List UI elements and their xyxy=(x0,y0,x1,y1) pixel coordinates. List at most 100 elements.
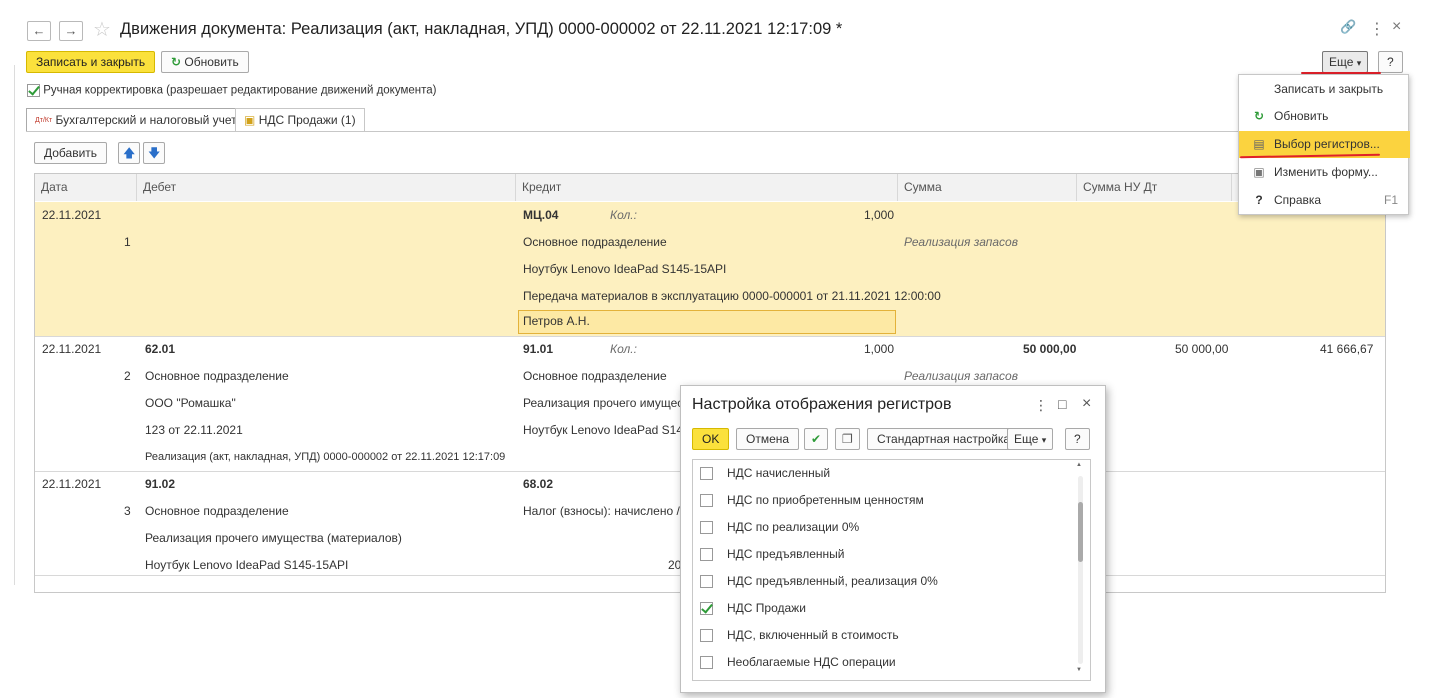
list-item[interactable]: НДС предъявленный, реализация 0% xyxy=(700,568,938,595)
more-label: Еще xyxy=(1329,55,1354,69)
register-icon: ▣ xyxy=(244,113,256,127)
refresh-button[interactable]: ↻ Обновить xyxy=(161,51,249,73)
column-header-sum[interactable]: Сумма xyxy=(898,174,1077,201)
forward-button[interactable]: → xyxy=(59,21,83,41)
credit-account: 91.01 xyxy=(523,342,554,356)
tab-vat-sales[interactable]: ▣ НДС Продажи (1) xyxy=(235,108,365,132)
debet-line: ООО "Ромашка" xyxy=(145,396,236,410)
register-checkbox[interactable] xyxy=(700,521,713,535)
manual-edit-row[interactable]: Ручная корректировка (разрешает редактир… xyxy=(27,84,436,97)
credit-qty: 1,000 xyxy=(864,208,895,222)
column-header-credit[interactable]: Кредит xyxy=(516,174,898,201)
register-settings-dialog: Настройка отображения регистров ⋮ □ × OK… xyxy=(680,385,1106,693)
sum-nu-value: 50 000,00 xyxy=(1175,342,1229,356)
column-header-date[interactable]: Дата xyxy=(35,174,137,201)
credit-line: Основное подразделение xyxy=(523,235,667,249)
credit-line: Основное подразделение xyxy=(523,369,667,383)
credit-qty-label: Кол.: xyxy=(610,208,637,222)
list-item[interactable]: НДС начисленный xyxy=(700,460,830,487)
credit-account: МЦ.04 xyxy=(523,208,559,222)
debit-credit-icon: Дт/Кт xyxy=(35,116,53,124)
list-item[interactable]: НДС предъявленный xyxy=(700,541,844,568)
refresh-label: Обновить xyxy=(184,55,239,69)
left-border xyxy=(14,65,15,585)
check-all-button[interactable]: ✔ xyxy=(804,428,829,450)
register-checkbox[interactable] xyxy=(700,548,713,562)
more-options-icon[interactable]: ⋮ xyxy=(1369,19,1385,39)
more-button[interactable]: Еще ▾ xyxy=(1322,51,1369,73)
list-item[interactable]: Необлагаемые НДС операции xyxy=(700,649,896,676)
list-item-label: НДС начисленный xyxy=(727,466,831,480)
help-button[interactable]: ? xyxy=(1378,51,1403,73)
menu-item-refresh[interactable]: ↻ Обновить xyxy=(1239,103,1410,130)
list-item[interactable]: НДС по реализации 0% xyxy=(700,514,859,541)
uncheck-all-button[interactable]: ❐ xyxy=(835,428,860,450)
register-checkbox[interactable] xyxy=(700,575,713,589)
debet-line: 123 от 22.11.2021 xyxy=(145,423,243,437)
shortcut-label: F1 xyxy=(1383,193,1398,207)
move-up-button[interactable]: 🡅 xyxy=(118,142,141,164)
menu-item-save-close[interactable]: Записать и закрыть xyxy=(1239,76,1410,103)
scrollbar-thumb[interactable] xyxy=(1078,502,1083,562)
menu-item-label: Справка xyxy=(1274,193,1322,207)
register-checkbox[interactable] xyxy=(700,602,713,616)
maximize-icon[interactable]: □ xyxy=(1058,396,1066,412)
chevron-down-icon: ▾ xyxy=(1356,58,1362,68)
scroll-up-icon[interactable]: ▲ xyxy=(1076,462,1082,468)
list-item[interactable]: НДС по приобретенным ценностям xyxy=(700,487,924,514)
credit-qty: 1,000 xyxy=(864,342,895,356)
register-checkbox[interactable] xyxy=(700,494,713,508)
debet-line: Основное подразделение xyxy=(145,369,289,383)
credit-account: 68.02 xyxy=(523,477,554,491)
add-button[interactable]: Добавить xyxy=(34,142,108,164)
back-button[interactable]: ← xyxy=(27,21,51,41)
ok-button[interactable]: OK xyxy=(692,428,730,450)
register-checkbox[interactable] xyxy=(700,629,713,643)
credit-line: Налог (взносы): начислено / у xyxy=(523,504,690,518)
link-icon[interactable]: 🔗 xyxy=(1340,19,1356,35)
list-item-label: НДС предъявленный xyxy=(727,547,845,561)
menu-item-label: Изменить форму... xyxy=(1274,165,1378,179)
debet-account: 62.01 xyxy=(145,342,176,356)
dialog-help-button[interactable]: ? xyxy=(1065,428,1090,450)
close-icon[interactable]: × xyxy=(1392,18,1401,36)
column-header-sum-nu[interactable]: Сумма НУ Дт xyxy=(1077,174,1232,201)
column-header-debet[interactable]: Дебет xyxy=(137,174,516,201)
debet-line: Реализация прочего имущества (материалов… xyxy=(145,531,402,545)
row-number: 3 xyxy=(124,504,131,518)
register-checkbox[interactable] xyxy=(700,467,713,481)
menu-item-change-form[interactable]: ▣ Изменить форму... xyxy=(1239,159,1410,186)
manual-edit-checkbox[interactable] xyxy=(27,84,40,97)
register-checkbox[interactable] xyxy=(700,656,713,670)
menu-item-help[interactable]: ? Справка F1 xyxy=(1239,187,1410,214)
page-title: Движения документа: Реализация (акт, нак… xyxy=(120,20,843,38)
standard-settings-button[interactable]: Стандартная настройка xyxy=(867,428,1021,450)
credit-line: Ноутбук Lenovo IdeaPad S145- xyxy=(523,423,694,437)
list-item-label: НДС, включенный в стоимость xyxy=(727,628,899,642)
scroll-down-icon[interactable]: ▼ xyxy=(1076,667,1082,673)
refresh-icon: ↻ xyxy=(171,55,182,69)
list-item[interactable]: НДС, включенный в стоимость xyxy=(700,622,899,649)
cancel-button[interactable]: Отмена xyxy=(736,428,800,450)
credit-line: Петров А.Н. xyxy=(523,314,590,328)
menu-item-label: Обновить xyxy=(1274,109,1329,123)
list-item[interactable]: НДС Продажи xyxy=(700,595,806,622)
register-list: НДС начисленный НДС по приобретенным цен… xyxy=(692,459,1091,681)
dialog-title: Настройка отображения регистров xyxy=(692,396,952,413)
row-number: 2 xyxy=(124,369,131,383)
more-menu: Записать и закрыть ↻ Обновить ▤ Выбор ре… xyxy=(1238,74,1410,215)
sum-note: Реализация запасов xyxy=(904,235,1018,249)
refresh-icon: ↻ xyxy=(1253,109,1265,123)
form-icon: ▣ xyxy=(1253,165,1265,179)
more-options-icon[interactable]: ⋮ xyxy=(1034,397,1048,414)
close-icon[interactable]: × xyxy=(1082,395,1091,413)
move-down-button[interactable]: 🡇 xyxy=(143,142,166,164)
extra-value: 41 666,67 xyxy=(1320,342,1374,356)
more-label: Еще xyxy=(1014,432,1039,446)
save-and-close-button[interactable]: Записать и закрыть xyxy=(26,51,156,73)
dialog-more-button[interactable]: Еще ▾ xyxy=(1007,428,1054,450)
credit-line: Реализация прочего имущест xyxy=(523,396,689,410)
favorite-star-icon[interactable]: ☆ xyxy=(93,17,111,42)
list-item-label: НДС Продажи xyxy=(727,601,806,615)
tab-accounting[interactable]: Дт/Кт Бухгалтерский и налоговый учет (3) xyxy=(26,108,264,132)
